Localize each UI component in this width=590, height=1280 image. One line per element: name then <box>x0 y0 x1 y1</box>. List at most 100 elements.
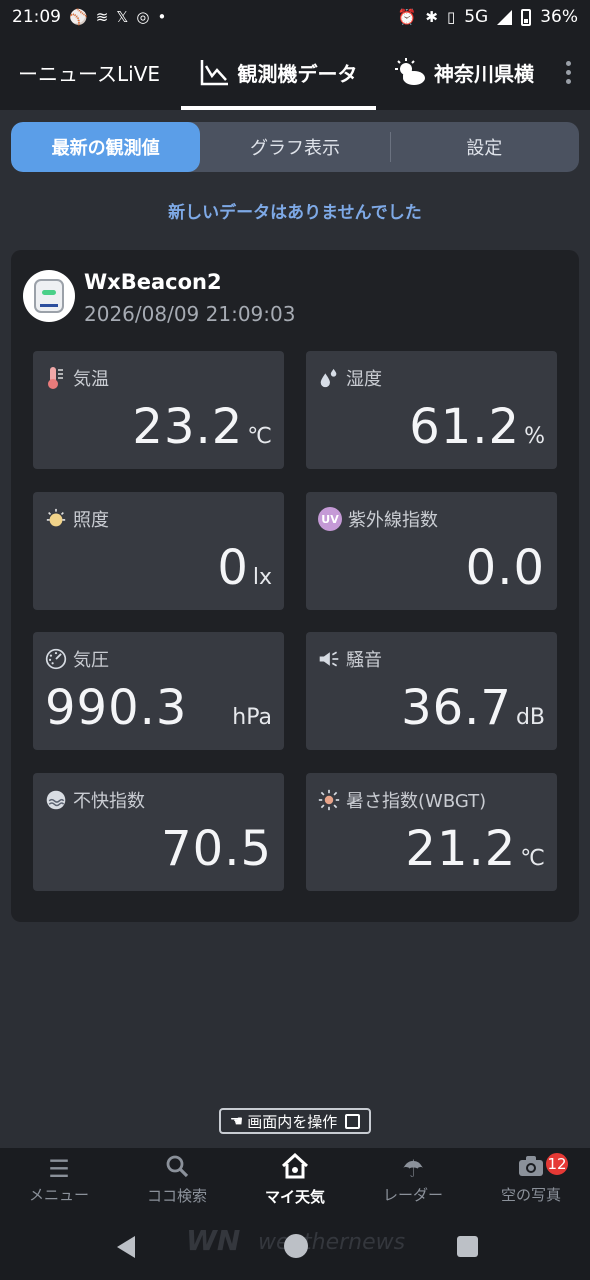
overflow-menu-icon[interactable] <box>546 60 590 84</box>
operate-checkbox[interactable] <box>345 1113 361 1129</box>
network-type: 5G <box>464 7 489 27</box>
nav-label: ココ検索 <box>146 1187 207 1205</box>
segment-settings[interactable]: 設定 <box>389 122 579 172</box>
tab-label: 神奈川県横 <box>434 61 534 86</box>
status-time: 21:09 <box>12 7 61 27</box>
weathernews-logo: WN <box>186 1224 241 1257</box>
partly-cloudy-icon <box>395 58 425 85</box>
nav-search[interactable]: ココ検索 <box>118 1148 236 1212</box>
nav-label: 空の写真 <box>500 1186 561 1204</box>
back-icon[interactable] <box>117 1236 135 1258</box>
uv-icon: UV <box>318 507 342 531</box>
tile-unit: ℃ <box>247 424 272 449</box>
battery-icon <box>521 8 532 26</box>
thermometer-icon <box>45 367 67 389</box>
tile-label: 紫外線指数 <box>348 510 438 531</box>
tile-label: 気温 <box>73 369 109 390</box>
tab-label: ーニュースLiVE <box>18 61 161 86</box>
tile-unit: lx <box>252 565 272 590</box>
battery-level: 36% <box>540 7 578 27</box>
segment-graph-view[interactable]: グラフ表示 <box>200 122 389 172</box>
operate-in-screen-toggle[interactable]: ☚ 画面内を操作 <box>219 1108 371 1134</box>
nav-label: メニュー <box>28 1185 89 1204</box>
tile-discomfort-index: 不快指数 70.5 <box>33 773 284 891</box>
droplet-icon <box>318 367 340 389</box>
hamburger-icon: ☰ <box>48 1154 70 1183</box>
tile-label: 照度 <box>73 510 109 531</box>
tile-pressure: 気圧 990.3 hPa <box>33 632 284 750</box>
umbrella-icon: ☂ <box>402 1154 424 1183</box>
tile-label: 不快指数 <box>73 791 145 812</box>
vibrate-icon: ▯ <box>446 8 456 26</box>
search-icon <box>165 1154 189 1183</box>
nav-label: レーダー <box>382 1185 443 1204</box>
top-tabs: ーニュースLiVE 観測機データ 神奈川県横 <box>0 34 590 110</box>
tile-unit: ℃ <box>520 846 545 871</box>
segment-label: 設定 <box>466 138 503 159</box>
tile-value: 23.2 <box>132 399 244 455</box>
camera-icon <box>518 1155 544 1182</box>
tile-unit: % <box>524 424 545 449</box>
segment-label: グラフ表示 <box>249 138 340 159</box>
baseball-icon: ⚾ <box>69 8 88 26</box>
tile-value: 990.3 <box>45 680 188 736</box>
device-timestamp: 2026/08/09 21:09:03 <box>84 302 296 326</box>
bottom-nav: ☰ メニュー ココ検索 マイ天気 ☂ レーダー 空の写真 12 <box>0 1148 590 1212</box>
bluetooth-icon: ✱ <box>425 8 438 26</box>
status-bar: 21:09 ⚾ ≋ 𝕏 ◎ • ⏰ ✱ ▯ 5G 36% <box>0 0 590 34</box>
tile-noise: 騒音 36.7 dB <box>306 632 557 750</box>
tile-uv-index: UV 紫外線指数 0.0 <box>306 492 557 610</box>
device-name: WxBeacon2 <box>84 270 222 294</box>
nav-my-weather[interactable]: マイ天気 <box>236 1148 354 1212</box>
device-icon <box>23 270 75 322</box>
recent-apps-icon[interactable] <box>457 1236 478 1257</box>
tile-label: 騒音 <box>346 650 382 671</box>
tile-temperature: 気温 23.2 ℃ <box>33 351 284 469</box>
tile-value: 0 <box>217 540 249 596</box>
no-new-data-message: 新しいデータはありませんでした <box>168 203 422 223</box>
segment-label: 最新の観測値 <box>51 138 160 159</box>
alarm-icon: ⏰ <box>397 8 417 26</box>
tab-kanagawa-weather[interactable]: 神奈川県横 <box>376 34 546 110</box>
tile-value: 70.5 <box>161 821 272 877</box>
tile-humidity: 湿度 61.2 % <box>306 351 557 469</box>
tab-label: 観測機データ <box>237 61 358 86</box>
nav-radar[interactable]: ☂ レーダー <box>354 1148 472 1212</box>
tab-observation-data[interactable]: 観測機データ <box>181 34 376 110</box>
sun-icon <box>318 789 340 811</box>
tile-label: 気圧 <box>73 650 109 671</box>
device-card: WxBeacon2 2026/08/09 21:09:03 気温 23.2 ℃ … <box>11 250 579 922</box>
segment-latest-values[interactable]: 最新の観測値 <box>11 122 201 172</box>
line-chart-icon <box>200 60 228 86</box>
x-app-icon: 𝕏 <box>116 8 129 26</box>
notification-badge: 12 <box>544 1151 570 1177</box>
tab-news-live[interactable]: ーニュースLiVE <box>0 34 181 110</box>
wifi-icon: ≋ <box>95 8 109 26</box>
system-nav-bar: WN weathernews <box>0 1212 590 1280</box>
view-segment-control: 最新の観測値 グラフ表示 設定 <box>11 122 579 172</box>
tile-value: 21.2 <box>405 821 517 877</box>
gauge-icon <box>45 648 67 670</box>
signal-icon <box>497 9 513 25</box>
home-icon <box>281 1152 309 1184</box>
instagram-icon: ◎ <box>136 8 150 26</box>
tile-value: 0.0 <box>465 540 545 596</box>
tile-illuminance: 照度 0 lx <box>33 492 284 610</box>
weathernews-watermark: weathernews <box>258 1230 406 1255</box>
discomfort-icon <box>45 789 67 811</box>
home-button-icon[interactable] <box>284 1234 308 1258</box>
tile-unit: hPa <box>232 705 272 730</box>
tile-unit: dB <box>515 705 545 730</box>
bulb-icon <box>45 508 67 530</box>
tile-wbgt: 暑さ指数(WBGT) 21.2 ℃ <box>306 773 557 891</box>
tile-label: 暑さ指数(WBGT) <box>346 791 487 812</box>
nav-label: マイ天気 <box>264 1188 325 1206</box>
nav-menu[interactable]: ☰ メニュー <box>0 1148 118 1212</box>
tile-value: 36.7 <box>401 680 512 736</box>
more-notifications-icon: • <box>157 8 167 26</box>
pointer-hand-icon: ☚ <box>229 1112 244 1130</box>
nav-sky-photos[interactable]: 空の写真 12 <box>472 1148 590 1212</box>
tile-label: 湿度 <box>346 369 382 390</box>
operate-label: 画面内を操作 <box>247 1112 338 1131</box>
tile-value: 61.2 <box>409 399 521 455</box>
